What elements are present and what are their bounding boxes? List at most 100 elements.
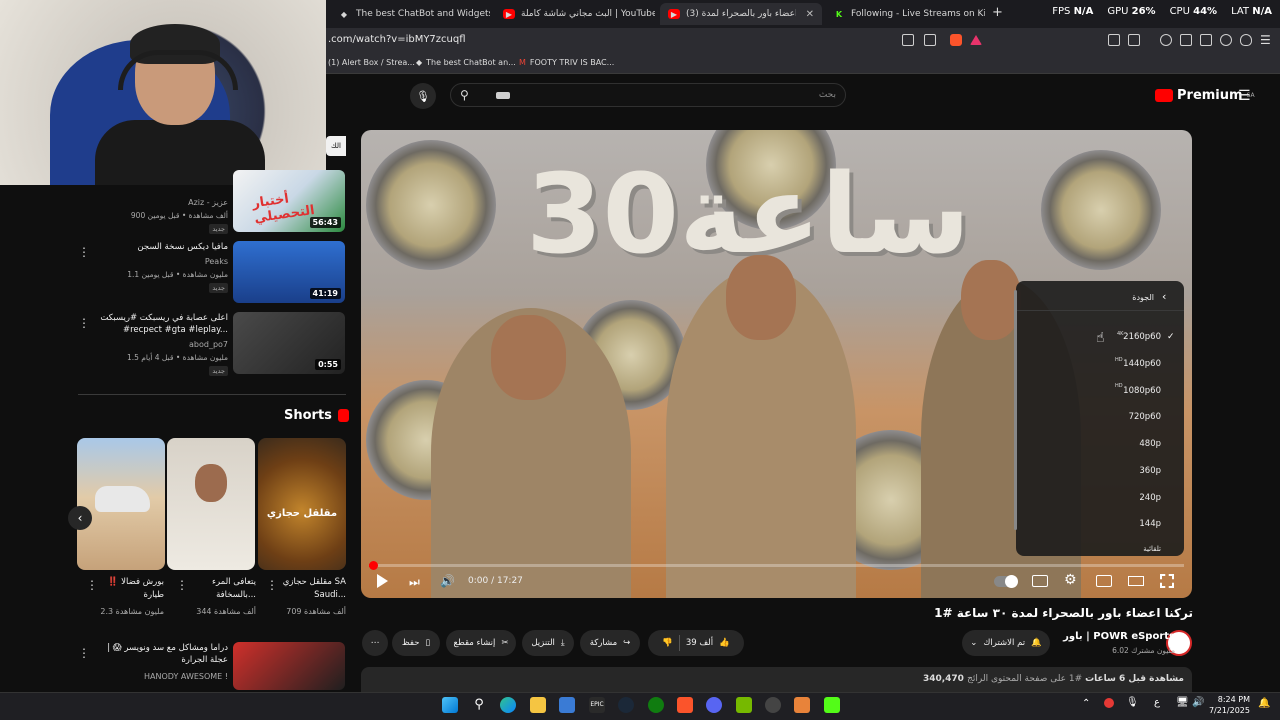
bookmark-chatbot[interactable]: ◆ The best ChatBot an...	[416, 58, 516, 67]
related-video[interactable]: ⋮ دراما ومشاكل مع سد ونويسر 😱 | عجلة الج…	[78, 642, 348, 692]
subtitles-icon[interactable]	[1032, 575, 1048, 587]
network-icon[interactable]: 🖥	[1176, 697, 1189, 708]
related-video[interactable]: ⋮ 0:55 اعلى عصابة في ريسبكت #ريسبكت #rec…	[78, 312, 348, 376]
quality-option[interactable]: 240p	[1139, 493, 1161, 503]
short-card[interactable]	[77, 438, 165, 570]
sidebar-toggle-icon[interactable]	[1180, 34, 1192, 46]
menu-icon[interactable]: ☰	[1260, 33, 1271, 47]
wallet-icon[interactable]	[1200, 34, 1212, 46]
kick-app-icon[interactable]	[824, 697, 840, 713]
subscribed-button[interactable]: ⌄ تم الاشتراك 🔔	[962, 630, 1050, 656]
language-indicator[interactable]: ع	[1154, 697, 1160, 708]
autoplay-toggle[interactable]	[994, 575, 1018, 588]
quality-option[interactable]: 1080p60	[1123, 386, 1161, 396]
tray-app-icon[interactable]	[1104, 698, 1114, 708]
progress-bar[interactable]	[369, 564, 1184, 567]
volume-icon[interactable]: 🔊	[440, 574, 455, 588]
quality-option[interactable]: 360p	[1139, 466, 1161, 476]
speaker-icon[interactable]: 🔊	[1192, 697, 1204, 708]
time-display: 0:00 / 17:27	[468, 576, 523, 586]
obs-icon[interactable]	[765, 697, 781, 713]
quality-option[interactable]: 2160p60	[1123, 332, 1161, 342]
like-icon[interactable]: 👍	[719, 638, 730, 648]
store-icon[interactable]	[559, 697, 575, 713]
guide-menu-icon[interactable]: ☰	[1238, 88, 1251, 104]
short-title[interactable]: يتعافى المرء بالسخافة...	[178, 576, 256, 602]
screenshot-icon[interactable]	[1128, 34, 1140, 46]
tab-chatbot[interactable]: ◆The best ChatBot and Widgets for Ki	[330, 3, 490, 25]
related-video[interactable]: أختبار التحصيلي 56:43 Aziz - عزيز 900 أل…	[78, 170, 348, 234]
xbox-icon[interactable]	[648, 697, 664, 713]
app-icon[interactable]	[794, 697, 810, 713]
channel-name[interactable]: باور | POWR eSports	[1063, 631, 1175, 642]
next-icon[interactable]: ⏭	[409, 575, 420, 590]
extensions-icon[interactable]	[1108, 34, 1120, 46]
search-icon[interactable]: ⚲	[460, 88, 469, 102]
rewards-icon[interactable]	[970, 35, 982, 45]
more-actions-button[interactable]: ⋯	[362, 630, 388, 656]
leo-icon[interactable]	[1220, 34, 1232, 46]
chip-filter[interactable]: الك	[326, 136, 346, 156]
tab-youtube-stream[interactable]: ▶البث مجاني شاشة كاملة | YouTube - e	[495, 3, 655, 25]
brave-shield-icon[interactable]	[950, 34, 962, 46]
save-button[interactable]: حفظ ▯	[392, 630, 440, 656]
play-icon[interactable]	[377, 574, 388, 588]
fullscreen-icon[interactable]	[1160, 574, 1174, 588]
short-card[interactable]: مقلقل حجازي	[258, 438, 346, 570]
miniplayer-icon[interactable]	[1096, 575, 1112, 587]
bookmark-footy[interactable]: M FOOTY TRIV IS BAC...	[519, 58, 614, 67]
keyboard-icon[interactable]	[496, 92, 510, 99]
short-title[interactable]: بورش فضالا ‼️ طيارة	[86, 576, 164, 602]
related-video[interactable]: ⋮ 41:19 مافيا ديكس نسخة السجن Peaks 1.1 …	[78, 241, 348, 305]
share-arrow-icon: ↪	[623, 638, 631, 648]
quality-option[interactable]: 144p	[1139, 519, 1161, 529]
vpn-icon[interactable]	[1240, 34, 1252, 46]
music-icon[interactable]	[1160, 34, 1172, 46]
voice-search-icon[interactable]: 🎙	[410, 83, 436, 109]
tab-youtube-active[interactable]: ▶(3) تركنا اعضاء باور بالصحراء لمدة✕	[660, 3, 822, 25]
close-tab-icon[interactable]: ✕	[806, 9, 814, 20]
short-card[interactable]	[167, 438, 255, 570]
more-horizontal-icon: ⋯	[370, 638, 380, 648]
chevron-up-icon[interactable]: ⌃	[1082, 698, 1090, 709]
short-title[interactable]: مقلقل حجازي SA Saudi...	[268, 576, 346, 602]
search-icon[interactable]: ⚲	[471, 697, 487, 713]
folder-icon[interactable]	[530, 697, 546, 713]
scrubber-handle[interactable]	[369, 561, 378, 570]
notification-icon[interactable]: 🔔	[1258, 698, 1270, 709]
share-icon[interactable]	[924, 34, 936, 46]
settings-gear-icon[interactable]: ⚙	[1064, 572, 1077, 588]
chatbot-icon: ◆	[340, 9, 348, 19]
install-icon[interactable]	[902, 34, 914, 46]
nvidia-icon[interactable]	[736, 697, 752, 713]
quality-option[interactable]: 720p60	[1129, 412, 1161, 422]
new-tab-button[interactable]: +	[992, 5, 1003, 20]
video-title[interactable]: مافيا ديكس نسخة السجن	[88, 241, 228, 253]
steam-icon[interactable]	[618, 697, 634, 713]
theater-mode-icon[interactable]	[1128, 576, 1144, 586]
edge-icon[interactable]	[500, 697, 516, 713]
chevron-left-icon[interactable]: ‹	[1162, 290, 1166, 303]
video-title[interactable]: اعلى عصابة في ريسبكت #ريسبكت #recpect #g…	[88, 312, 228, 336]
menu-scrollbar[interactable]	[1014, 290, 1017, 530]
download-button[interactable]: التنزيل ⤓	[522, 630, 574, 656]
tab-kick[interactable]: K Following - Live Streams on Kick	[825, 3, 985, 25]
chevron-left-icon[interactable]: ‹	[68, 506, 92, 530]
start-icon[interactable]	[442, 697, 458, 713]
discord-icon[interactable]	[706, 697, 722, 713]
quality-option[interactable]: 480p	[1139, 439, 1161, 449]
dislike-icon[interactable]: 👎	[662, 638, 673, 648]
bookmark-alertbox[interactable]: (1) Alert Box / Strea...	[328, 58, 415, 67]
quality-option[interactable]: 1440p60	[1123, 359, 1161, 369]
download-icon: ⤓	[560, 638, 565, 648]
search-placeholder: بحث	[818, 90, 836, 100]
mic-icon[interactable]: 🎙	[1126, 697, 1139, 708]
system-clock[interactable]: 8:24 PM 7/21/2025	[1209, 694, 1250, 716]
url-text[interactable]: .com/watch?v=ibMY7zcuqfl	[328, 34, 466, 45]
share-button[interactable]: مشاركة ↪	[580, 630, 640, 656]
quality-option[interactable]: تلقائية	[1143, 545, 1161, 553]
video-title[interactable]: دراما ومشاكل مع سد ونويسر 😱 | عجلة الجرا…	[88, 642, 228, 666]
clip-button[interactable]: إنشاء مقطع ✂	[446, 630, 516, 656]
brave-icon[interactable]	[677, 697, 693, 713]
epic-games-icon[interactable]: EPIC	[589, 697, 605, 713]
